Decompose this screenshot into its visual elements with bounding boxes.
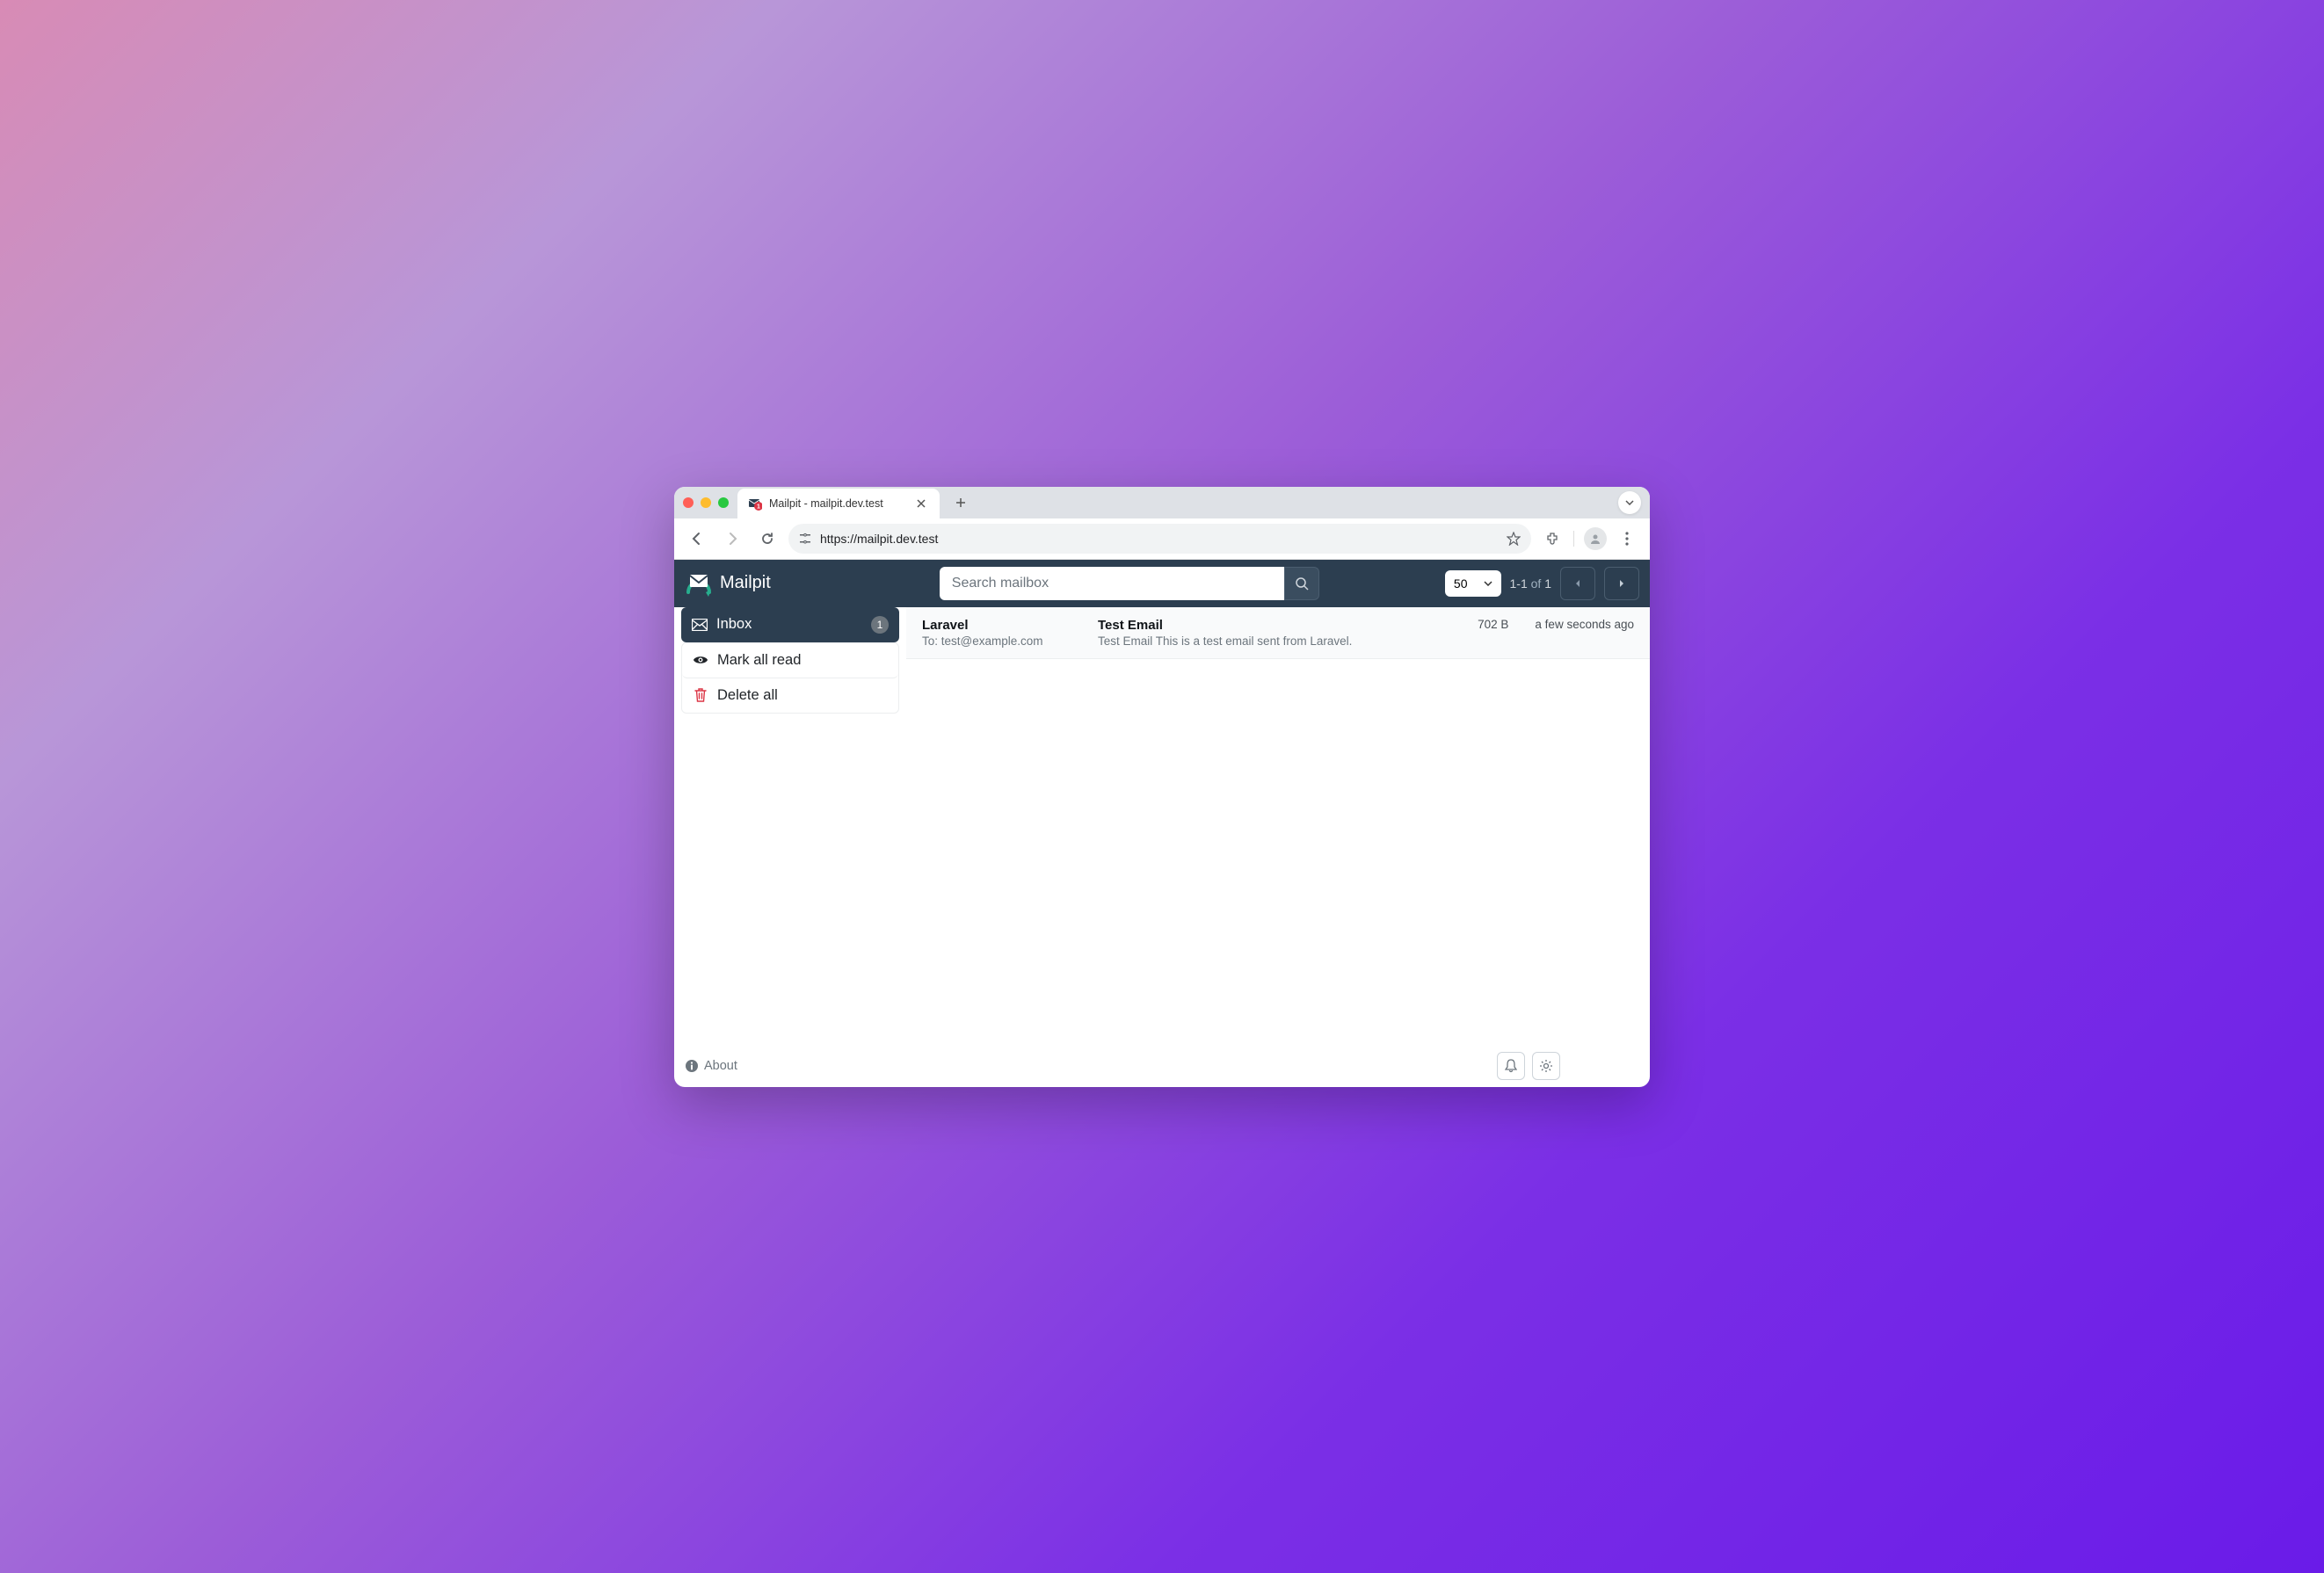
close-window-button[interactable]: [683, 497, 694, 508]
page-size-value: 50: [1454, 576, 1468, 591]
subject-preview: Test Email This is a test email sent fro…: [1098, 634, 1460, 648]
search-input[interactable]: [940, 567, 1284, 600]
brand[interactable]: Mailpit: [685, 569, 771, 598]
search-container: [940, 567, 1319, 600]
caret-right-icon: [1618, 579, 1625, 588]
inbox-count-badge: 1: [871, 616, 889, 634]
search-icon: [1295, 576, 1309, 591]
gear-icon: [1539, 1059, 1553, 1073]
trash-icon: [693, 688, 708, 702]
mailpit-app: Mailpit 50 1-1 of 1: [674, 560, 1650, 1087]
app-footer: About: [674, 1045, 1650, 1087]
reload-button[interactable]: [753, 525, 781, 553]
mailpit-favicon-icon: 1: [748, 497, 762, 511]
extensions-button[interactable]: [1538, 525, 1566, 553]
url-text: https://mailpit.dev.test: [820, 532, 938, 546]
notifications-button[interactable]: [1497, 1052, 1525, 1080]
minimize-window-button[interactable]: [701, 497, 711, 508]
envelope-icon: [692, 619, 708, 631]
close-tab-button[interactable]: [913, 497, 929, 510]
browser-window: 1 Mailpit - mailpit.dev.test: [674, 487, 1650, 1087]
forward-button[interactable]: [718, 525, 746, 553]
tab-strip: 1 Mailpit - mailpit.dev.test: [674, 487, 1650, 518]
back-button[interactable]: [683, 525, 711, 553]
message-meta: 702 B a few seconds ago: [1478, 618, 1634, 648]
next-page-button[interactable]: [1604, 567, 1639, 600]
delete-all-label: Delete all: [717, 687, 778, 704]
prev-page-button[interactable]: [1560, 567, 1595, 600]
toolbar-divider: [1573, 531, 1574, 547]
pagination-info: 1-1 of 1: [1510, 576, 1552, 591]
eye-icon: [693, 655, 708, 665]
mailpit-logo-icon: [685, 569, 713, 598]
brand-text: Mailpit: [720, 573, 771, 593]
profile-button[interactable]: [1581, 525, 1609, 553]
about-label: About: [704, 1059, 737, 1073]
pagination-total: 1: [1544, 576, 1551, 591]
subject-title: Test Email: [1098, 618, 1460, 633]
inbox-label: Inbox: [716, 616, 752, 633]
message-from: Laravel To: test@example.com: [922, 618, 1080, 648]
address-bar[interactable]: https://mailpit.dev.test: [788, 524, 1531, 554]
pagination-range: 1-1: [1510, 576, 1528, 591]
to-line: To: test@example.com: [922, 634, 1080, 648]
window-controls: [683, 497, 729, 508]
sidebar-actions: Mark all read Delete all: [681, 642, 899, 714]
info-icon: [685, 1059, 699, 1073]
footer-buttons: [1497, 1052, 1560, 1080]
browser-chrome: 1 Mailpit - mailpit.dev.test: [674, 487, 1650, 560]
bookmark-icon[interactable]: [1507, 532, 1521, 546]
message-row[interactable]: Laravel To: test@example.com Test Email …: [906, 607, 1650, 659]
app-header: Mailpit 50 1-1 of 1: [674, 560, 1650, 607]
chevron-down-icon: [1484, 581, 1492, 586]
message-size: 702 B: [1478, 618, 1508, 631]
settings-button[interactable]: [1532, 1052, 1560, 1080]
menu-button[interactable]: [1613, 525, 1641, 553]
sidebar-item-inbox[interactable]: Inbox 1: [681, 607, 899, 642]
sidebar: Inbox 1 Mark all read Delete all: [674, 607, 906, 1045]
app-body: Inbox 1 Mark all read Delete all: [674, 607, 1650, 1045]
about-link[interactable]: About: [685, 1059, 737, 1073]
caret-left-icon: [1574, 579, 1581, 588]
tab-title: Mailpit - mailpit.dev.test: [769, 497, 883, 510]
message-time: a few seconds ago: [1535, 618, 1634, 631]
bell-icon: [1505, 1059, 1517, 1073]
header-right: 50 1-1 of 1: [1445, 567, 1639, 600]
message-list: Laravel To: test@example.com Test Email …: [906, 607, 1650, 1045]
mark-all-read-button[interactable]: Mark all read: [682, 643, 898, 678]
page-size-select[interactable]: 50: [1445, 570, 1501, 597]
svg-text:1: 1: [757, 504, 760, 510]
delete-all-button[interactable]: Delete all: [682, 678, 898, 713]
browser-toolbar: https://mailpit.dev.test: [674, 518, 1650, 560]
mark-all-read-label: Mark all read: [717, 652, 801, 669]
tab-list-button[interactable]: [1618, 491, 1641, 514]
search-button[interactable]: [1284, 567, 1319, 600]
new-tab-button[interactable]: [948, 494, 973, 511]
site-settings-icon[interactable]: [799, 533, 811, 545]
message-subject: Test Email Test Email This is a test ema…: [1098, 618, 1460, 648]
from-name: Laravel: [922, 618, 1080, 633]
maximize-window-button[interactable]: [718, 497, 729, 508]
toolbar-right: [1538, 525, 1641, 553]
browser-tab[interactable]: 1 Mailpit - mailpit.dev.test: [737, 489, 940, 518]
